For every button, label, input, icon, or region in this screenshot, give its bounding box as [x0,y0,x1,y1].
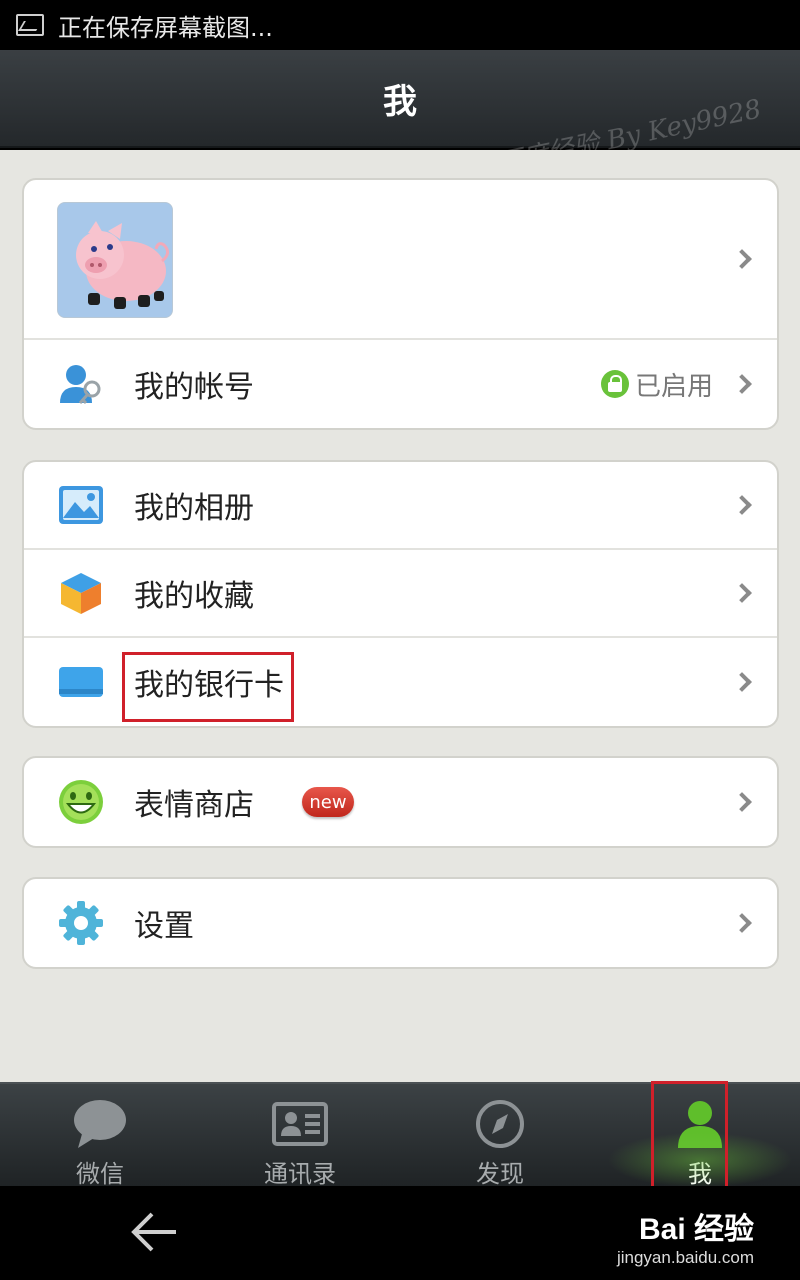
highlight-box [651,1081,728,1202]
settings-label: 设置 [134,909,194,944]
favorites-label: 我的收藏 [134,579,254,614]
favorites-box-icon [58,570,104,616]
new-badge: new [302,787,354,817]
chevron-right-icon [732,495,752,515]
avatar [57,202,173,318]
album-row[interactable]: 我的相册 [24,462,777,550]
bank-card-icon [58,659,104,705]
tab-discover[interactable]: 发现 [400,1084,600,1188]
tab-label: 发现 [476,1160,524,1188]
profile-group: 我的帐号 已启用 [22,178,779,430]
profile-row[interactable] [24,180,777,340]
lock-icon [600,370,629,398]
account-label: 我的帐号 [134,370,254,405]
page-title: 我 [383,81,417,122]
gear-icon [58,900,104,946]
tab-chats[interactable]: 微信 [0,1084,200,1188]
menu-group: 我的相册 我的收藏 我的银行卡 [22,460,779,728]
sticker-store-row[interactable]: 表情商店 new [24,758,777,846]
chevron-right-icon [732,792,752,812]
baidu-logo: Bai 经验 jingyan.baidu.com [617,1204,754,1268]
account-status: 已启用 [600,366,713,403]
baidu-brand: Bai 经验 [638,1213,754,1246]
content-area: 我的帐号 已启用 我的相册 我的收藏 我的银行卡 表情商店 new 设置 [0,150,800,1082]
compass-icon [472,1098,528,1150]
account-key-icon [58,361,104,407]
chevron-right-icon [732,374,752,394]
chat-bubble-icon [72,1098,128,1150]
album-icon [58,482,104,528]
status-text: 正在保存屏幕截图... [58,13,273,42]
tab-contacts[interactable]: 通讯录 [200,1084,400,1188]
account-row[interactable]: 我的帐号 已启用 [24,340,777,428]
sticker-group: 表情商店 new [22,756,779,848]
settings-group: 设置 [22,877,779,969]
chevron-right-icon [732,913,752,933]
tab-label: 微信 [76,1160,124,1188]
contacts-card-icon [272,1098,328,1150]
account-status-text: 已启用 [634,371,713,402]
system-nav-bar: Bai 经验 jingyan.baidu.com [0,1186,800,1280]
tab-label: 通讯录 [264,1160,336,1188]
back-arrow-icon[interactable] [130,1208,178,1256]
favorites-row[interactable]: 我的收藏 [24,550,777,638]
highlight-box [122,652,294,722]
bank-card-row[interactable]: 我的银行卡 [24,638,777,726]
status-bar: 正在保存屏幕截图... [0,0,800,50]
settings-row[interactable]: 设置 [24,879,777,967]
chevron-right-icon [732,672,752,692]
baidu-url: jingyan.baidu.com [616,1248,754,1267]
chevron-right-icon [732,583,752,603]
image-icon [16,14,44,36]
smiley-icon [58,779,104,825]
chevron-right-icon [732,249,752,269]
album-label: 我的相册 [134,491,254,526]
sticker-store-label: 表情商店 [134,788,254,823]
